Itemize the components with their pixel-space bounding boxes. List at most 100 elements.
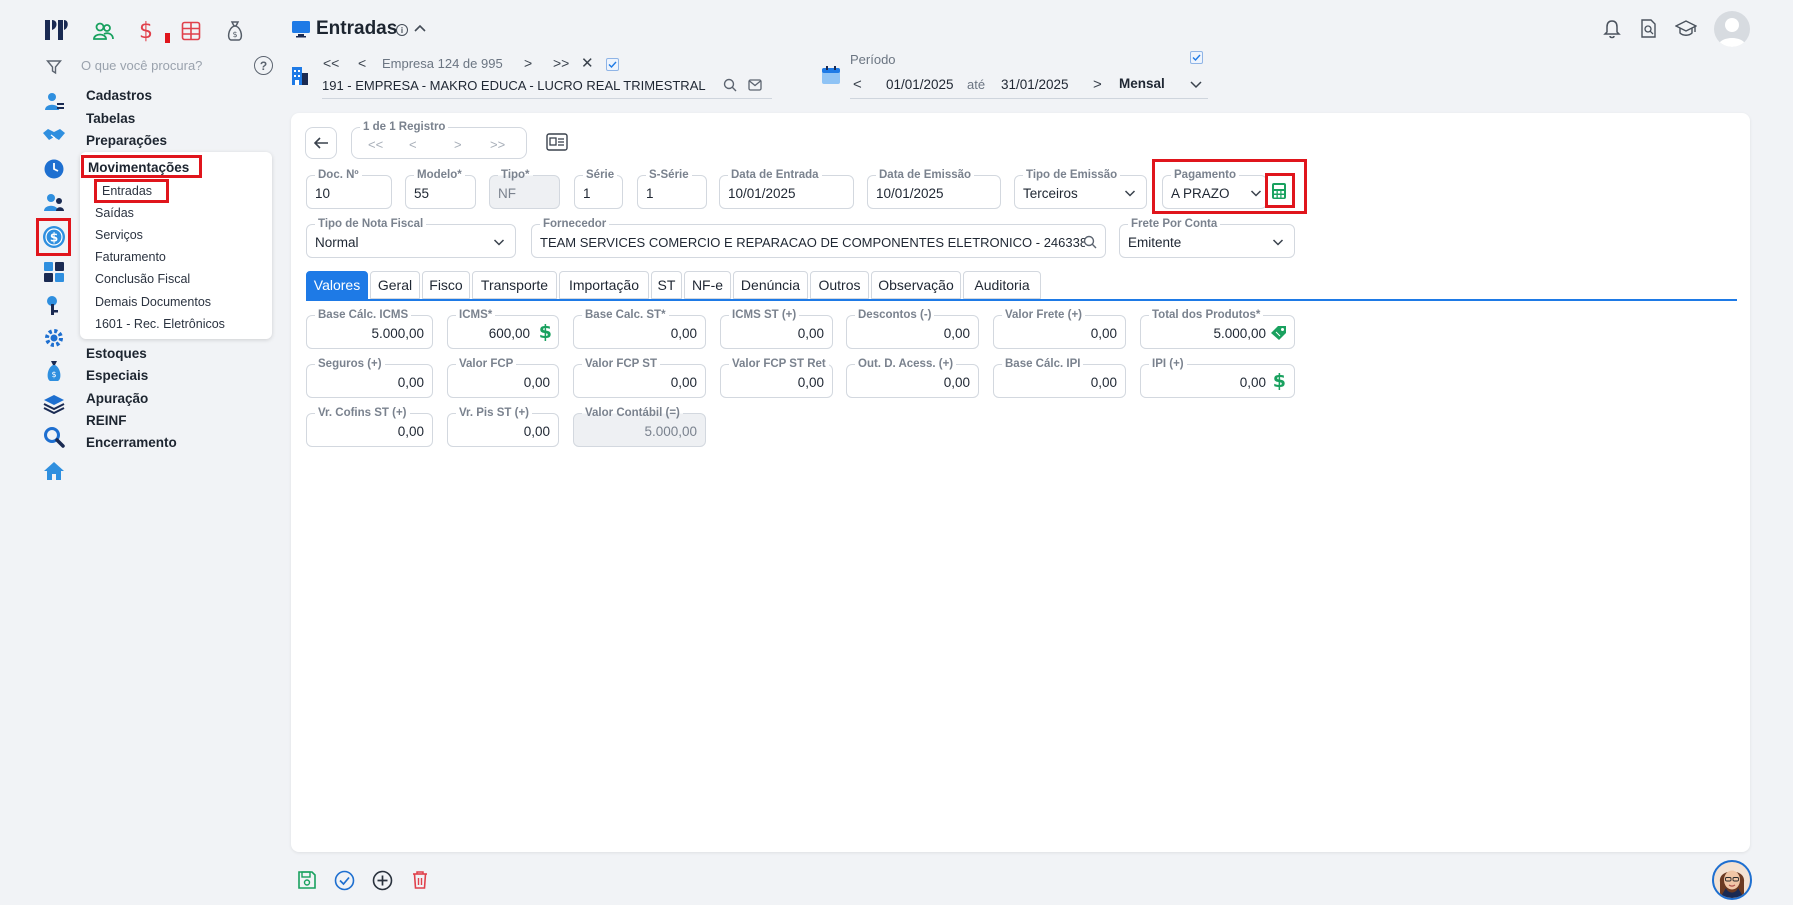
empresa-first-button[interactable]: << <box>323 55 339 71</box>
assistant-avatar[interactable] <box>1712 860 1752 900</box>
data-emissao-field[interactable]: Data de Emissão 10/01/2025 <box>867 168 1001 209</box>
dollar-icon[interactable]: $ <box>1273 370 1286 392</box>
valor-fcp-st-field[interactable]: Valor FCP ST 0,00 <box>573 357 706 398</box>
bell-icon[interactable] <box>1603 19 1621 39</box>
menu-preparacoes[interactable]: Preparações <box>86 133 167 148</box>
date-from[interactable]: 01/01/2025 <box>886 77 954 92</box>
record-next-button[interactable]: > <box>454 137 462 152</box>
spreadsheet-module-icon[interactable] <box>178 18 204 44</box>
id-card-icon[interactable] <box>546 133 568 151</box>
submenu-servicos[interactable]: Serviços <box>95 228 143 242</box>
fornecedor-field[interactable]: Fornecedor TEAM SERVICES COMERCIO E REPA… <box>531 217 1106 258</box>
descontos-field[interactable]: Descontos (-) 0,00 <box>846 308 979 349</box>
menu-reinf[interactable]: REINF <box>86 413 127 428</box>
add-button[interactable] <box>372 870 393 891</box>
people-rail-icon[interactable] <box>42 191 66 215</box>
document-search-icon[interactable] <box>1640 19 1658 39</box>
delete-button[interactable] <box>411 870 429 890</box>
empresa-prev-button[interactable]: < <box>358 55 366 71</box>
menu-encerramento[interactable]: Encerramento <box>86 435 177 450</box>
icms-st-field[interactable]: ICMS ST (+) 0,00 <box>720 308 833 349</box>
tab-valores[interactable]: Valores <box>306 271 368 299</box>
ipi-field[interactable]: IPI (+) 0,00 $ <box>1140 357 1295 398</box>
submenu-rec-eletronicos[interactable]: 1601 - Rec. Eletrônicos <box>95 317 225 331</box>
s-serie-field[interactable]: S-Série 1 <box>637 168 707 209</box>
periodo-next-button[interactable]: > <box>1093 76 1102 93</box>
avatar[interactable] <box>1714 11 1750 47</box>
submenu-saidas[interactable]: Saídas <box>95 206 134 220</box>
money-bag-rail-icon[interactable]: $ <box>42 359 66 383</box>
search-rail-icon[interactable] <box>42 425 66 449</box>
empresa-next-button[interactable]: > <box>524 55 532 71</box>
clock-rail-icon[interactable] <box>42 157 66 181</box>
back-button[interactable] <box>305 127 337 159</box>
valor-fcp-field[interactable]: Valor FCP 0,00 <box>447 357 559 398</box>
modelo-field[interactable]: Modelo* 55 <box>405 168 476 209</box>
menu-search-input[interactable]: O que você procura? <box>81 58 202 73</box>
home-rail-icon[interactable] <box>42 459 66 483</box>
data-entrada-field[interactable]: Data de Entrada 10/01/2025 <box>719 168 854 209</box>
date-to[interactable]: 31/01/2025 <box>1001 77 1069 92</box>
tab-auditoria[interactable]: Auditoria <box>963 271 1041 299</box>
filter-icon[interactable] <box>46 59 62 75</box>
info-icon[interactable]: i <box>396 24 408 36</box>
record-first-button[interactable]: << <box>368 137 383 152</box>
frete-select[interactable]: Frete Por Conta Emitente <box>1119 217 1295 258</box>
tab-geral[interactable]: Geral <box>370 271 420 299</box>
empresa-search-icon[interactable] <box>723 78 737 92</box>
confirm-button[interactable] <box>334 870 355 891</box>
key-rail-icon[interactable] <box>42 293 66 317</box>
menu-tabelas[interactable]: Tabelas <box>86 111 135 126</box>
record-last-button[interactable]: >> <box>490 137 505 152</box>
valor-fcp-st-ret-field[interactable]: Valor FCP ST Ret 0,00 <box>720 357 833 398</box>
menu-estoques[interactable]: Estoques <box>86 346 147 361</box>
chevron-up-icon[interactable] <box>413 22 427 36</box>
fornecedor-search-icon[interactable] <box>1083 235 1097 249</box>
tipo-nota-select[interactable]: Tipo de Nota Fiscal Normal <box>306 217 516 258</box>
empresa-name[interactable]: 191 - EMPRESA - MAKRO EDUCA - LUCRO REAL… <box>322 78 706 93</box>
calculator-rail-icon[interactable] <box>42 260 66 284</box>
period-type-select[interactable]: Mensal <box>1119 76 1165 91</box>
tab-denuncia[interactable]: Denúncia <box>733 271 808 299</box>
out-d-acess-field[interactable]: Out. D. Acess. (+) 0,00 <box>846 357 979 398</box>
tab-outros[interactable]: Outros <box>810 271 869 299</box>
tab-nfe[interactable]: NF-e <box>684 271 731 299</box>
base-calc-icms-field[interactable]: Base Cálc. ICMS 5.000,00 <box>306 308 433 349</box>
tipo-emissao-select[interactable]: Tipo de Emissão Terceiros <box>1014 168 1147 209</box>
periodo-checkbox[interactable] <box>1190 51 1203 64</box>
seguros-field[interactable]: Seguros (+) 0,00 <box>306 357 433 398</box>
menu-apuracao[interactable]: Apuração <box>86 391 148 406</box>
menu-especiais[interactable]: Especiais <box>86 368 148 383</box>
tab-transporte[interactable]: Transporte <box>472 271 557 299</box>
help-icon[interactable]: ? <box>254 56 273 75</box>
menu-cadastros[interactable]: Cadastros <box>86 88 152 103</box>
periodo-prev-button[interactable]: < <box>853 76 862 93</box>
empresa-clear-button[interactable]: ✕ <box>581 54 594 72</box>
cadastros-rail-icon[interactable] <box>42 90 66 114</box>
dollar-icon[interactable]: $ <box>539 321 552 343</box>
layers-rail-icon[interactable] <box>42 392 66 416</box>
chevron-down-icon[interactable] <box>1189 77 1203 91</box>
tab-st[interactable]: ST <box>651 271 682 299</box>
app-logo[interactable] <box>42 16 70 44</box>
base-calc-st-field[interactable]: Base Calc. ST* 0,00 <box>573 308 706 349</box>
mail-icon[interactable] <box>748 79 762 91</box>
tab-importacao[interactable]: Importação <box>559 271 649 299</box>
total-produtos-field[interactable]: Total dos Produtos* 5.000,00 <box>1140 308 1295 349</box>
tab-fisco[interactable]: Fisco <box>422 271 470 299</box>
doc-no-field[interactable]: Doc. Nº 10 <box>306 168 392 209</box>
empresa-checkbox[interactable] <box>606 58 619 71</box>
submenu-conclusao-fiscal[interactable]: Conclusão Fiscal <box>95 272 190 286</box>
money-bag-module-icon[interactable]: $ <box>222 18 248 44</box>
users-module-icon[interactable] <box>90 18 116 44</box>
serie-field[interactable]: Série 1 <box>574 168 623 209</box>
tag-icon[interactable] <box>1270 325 1288 341</box>
save-button[interactable] <box>297 870 317 890</box>
base-calc-ipi-field[interactable]: Base Cálc. IPI 0,00 <box>993 357 1126 398</box>
vr-pis-st-field[interactable]: Vr. Pis ST (+) 0,00 <box>447 406 559 447</box>
empresa-last-button[interactable]: >> <box>553 55 569 71</box>
submenu-demais-documentos[interactable]: Demais Documentos <box>95 295 211 309</box>
vr-cofins-st-field[interactable]: Vr. Cofins ST (+) 0,00 <box>306 406 433 447</box>
handshake-rail-icon[interactable] <box>42 123 66 147</box>
tab-observacao[interactable]: Observação <box>871 271 961 299</box>
